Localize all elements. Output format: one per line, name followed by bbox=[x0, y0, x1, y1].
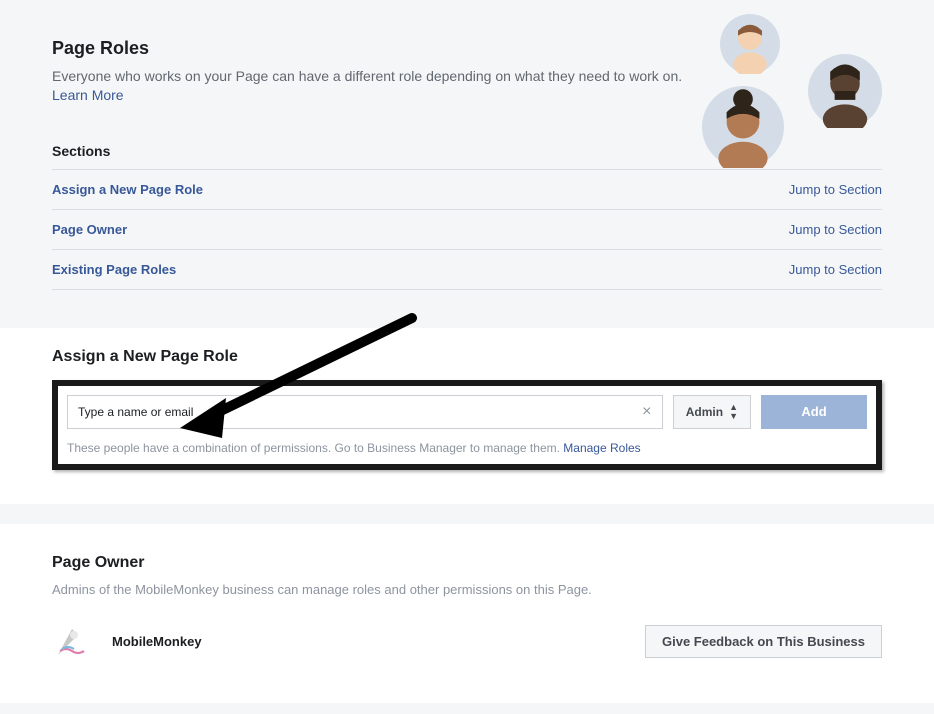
role-dropdown[interactable]: Admin ▲▼ bbox=[673, 395, 751, 429]
avatar-icon bbox=[808, 54, 882, 128]
jump-link[interactable]: Jump to Section bbox=[789, 262, 882, 277]
learn-more-link[interactable]: Learn More bbox=[52, 87, 124, 103]
role-dropdown-label: Admin bbox=[686, 405, 723, 419]
owner-description: Admins of the MobileMonkey business can … bbox=[52, 582, 882, 597]
section-link-owner[interactable]: Page Owner bbox=[52, 222, 127, 237]
clear-input-button[interactable]: × bbox=[632, 403, 662, 421]
name-email-input-wrap: × bbox=[67, 395, 663, 429]
avatar-icon bbox=[702, 86, 784, 168]
manage-roles-link[interactable]: Manage Roles bbox=[563, 441, 640, 455]
business-logo-icon bbox=[52, 621, 94, 663]
section-link-existing[interactable]: Existing Page Roles bbox=[52, 262, 176, 277]
business-name: MobileMonkey bbox=[112, 634, 202, 649]
jump-link[interactable]: Jump to Section bbox=[789, 222, 882, 237]
section-row: Page Owner Jump to Section bbox=[52, 210, 882, 250]
section-link-assign[interactable]: Assign a New Page Role bbox=[52, 182, 203, 197]
section-row: Existing Page Roles Jump to Section bbox=[52, 250, 882, 290]
owner-section-title: Page Owner bbox=[52, 554, 882, 572]
name-email-input[interactable] bbox=[68, 396, 632, 428]
assign-section-title: Assign a New Page Role bbox=[52, 348, 882, 366]
give-feedback-button[interactable]: Give Feedback on This Business bbox=[645, 625, 882, 658]
section-row: Assign a New Page Role Jump to Section bbox=[52, 170, 882, 210]
add-button[interactable]: Add bbox=[761, 395, 867, 429]
permissions-note: These people have a combination of permi… bbox=[67, 441, 867, 455]
avatar-illustration bbox=[702, 8, 882, 168]
sort-icon: ▲▼ bbox=[729, 403, 738, 421]
avatar-icon bbox=[720, 14, 780, 74]
assign-highlight-box: × Admin ▲▼ Add These people have a combi… bbox=[52, 380, 882, 470]
jump-link[interactable]: Jump to Section bbox=[789, 182, 882, 197]
close-icon: × bbox=[642, 403, 651, 421]
